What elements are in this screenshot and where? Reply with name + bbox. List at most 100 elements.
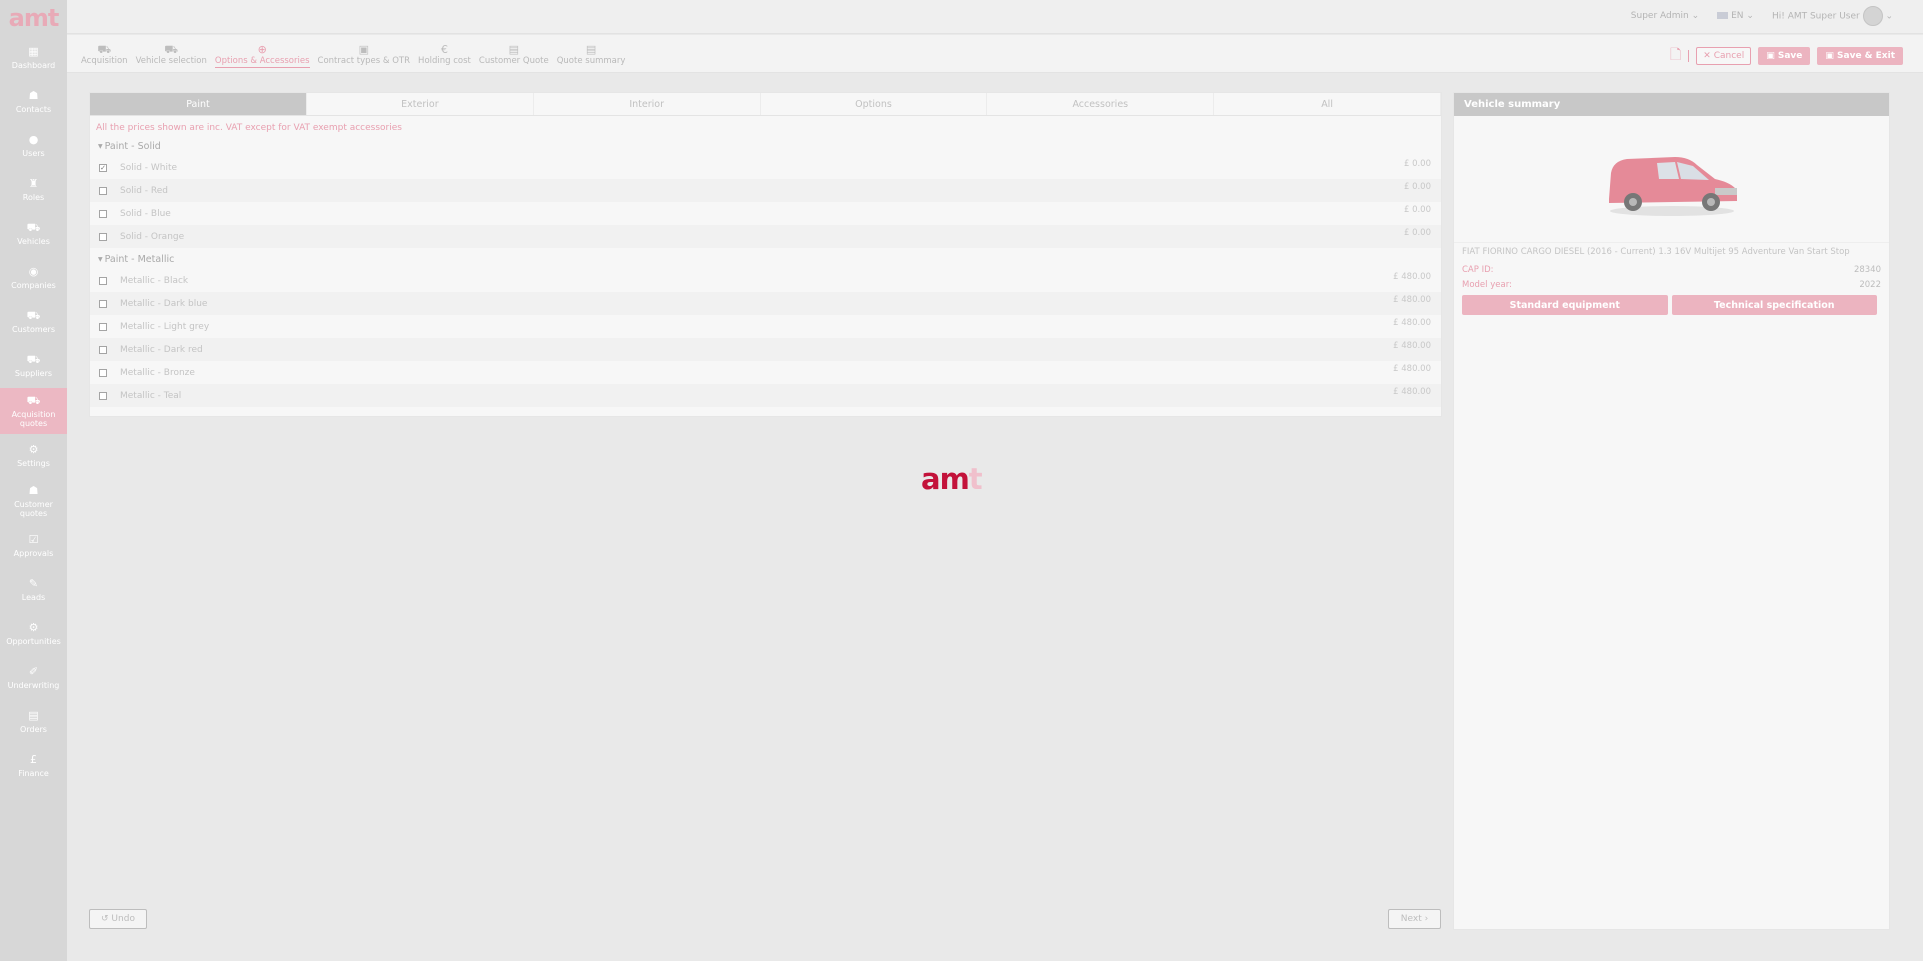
step-options-accessories[interactable]: ⊕ Options & Accessories — [214, 43, 310, 68]
option-checkbox[interactable] — [99, 345, 107, 354]
step-label: Quote summary — [556, 56, 626, 66]
dashboard-icon: ▦ — [28, 45, 39, 58]
option-checkbox[interactable] — [99, 299, 107, 308]
option-checkbox[interactable] — [99, 232, 107, 241]
sidebar-item-customers[interactable]: ⛟ Customers — [0, 300, 67, 344]
group-title-paint-metallic[interactable]: ▼ Paint - Metallic — [98, 254, 1441, 265]
sidebar-item-label: Approvals — [13, 549, 54, 558]
option-row[interactable]: Metallic - Dark blue £ 480.00 — [90, 292, 1441, 315]
sidebar-item-orders[interactable]: ▤ Orders — [0, 700, 67, 744]
cap-id-label: CAP ID: — [1462, 265, 1494, 275]
sidebar-item-opportunities[interactable]: ⚙ Opportunities — [0, 612, 67, 656]
sidebar-item-suppliers[interactable]: ⛟ Suppliers — [0, 344, 67, 388]
role-selector[interactable]: Super Admin ⌄ — [1631, 11, 1699, 21]
language-selector[interactable]: EN ⌄ — [1717, 11, 1754, 21]
technical-specification-button[interactable]: Technical specification — [1671, 295, 1877, 315]
tab-accessories[interactable]: Accessories — [987, 93, 1215, 115]
user-menu[interactable]: Hi! AMT Super User ⌄ — [1772, 6, 1893, 26]
option-label: Metallic - Teal — [120, 390, 182, 401]
tab-all[interactable]: All — [1214, 93, 1441, 115]
option-label: Metallic - Dark red — [120, 344, 203, 355]
step-quote-summary[interactable]: ▤ Quote summary — [557, 43, 626, 68]
sidebar-item-companies[interactable]: ◉ Companies — [0, 256, 67, 300]
holding-cost-icon: € — [440, 43, 448, 56]
opportunities-icon: ⚙ — [28, 621, 39, 634]
settings-icon: ⚙ — [28, 443, 39, 456]
option-row[interactable]: Metallic - Dark red £ 480.00 — [90, 338, 1441, 361]
sidebar-item-settings[interactable]: ⚙ Settings — [0, 434, 67, 478]
save-exit-button[interactable]: ▣ Save & Exit — [1817, 47, 1903, 65]
group-title-label: Paint - Metallic — [104, 254, 175, 265]
underwriting-icon: ✐ — [28, 665, 39, 678]
customer-quotes-icon: ☗ — [28, 483, 39, 497]
option-label: Metallic - Light grey — [120, 321, 210, 332]
option-price: £ 480.00 — [1393, 387, 1431, 397]
acquisition-quotes-icon: ⛟ — [26, 393, 41, 407]
standard-equipment-button[interactable]: Standard equipment — [1462, 295, 1668, 315]
options-accessories-icon: ⊕ — [257, 43, 267, 56]
tab-options[interactable]: Options — [760, 93, 988, 115]
tab-exterior[interactable]: Exterior — [307, 93, 534, 115]
option-checkbox[interactable] — [99, 391, 107, 400]
sidebar-item-vehicles[interactable]: ⛟ Vehicles — [0, 212, 67, 256]
option-price: £ 480.00 — [1393, 272, 1431, 282]
tab-interior[interactable]: Interior — [533, 93, 761, 115]
document-icon[interactable]: 🗋 — [1670, 44, 1681, 68]
option-checkbox[interactable]: ✓ — [99, 163, 107, 172]
sidebar-item-label: Settings — [17, 459, 50, 468]
sidebar-item-approvals[interactable]: ☑ Approvals — [0, 524, 67, 568]
quote-summary-icon: ▤ — [585, 43, 597, 56]
save-button[interactable]: ▣ Save — [1758, 47, 1811, 65]
option-row[interactable]: Metallic - Teal £ 480.00 — [90, 384, 1441, 407]
sidebar-item-dashboard[interactable]: ▦ Dashboard — [0, 36, 67, 80]
vehicle-summary-panel: Vehicle summary FIAT FIORINO CARGO DIESE… — [1453, 92, 1890, 930]
steps-bar: ⛟ Acquisition ⛟ Vehicle selection ⊕ Options &… — [67, 35, 1923, 73]
option-row[interactable]: Metallic - Light grey £ 480.00 — [90, 315, 1441, 338]
flag-icon — [1717, 12, 1729, 19]
vehicles-icon: ⛟ — [26, 221, 41, 234]
companies-icon: ◉ — [28, 265, 39, 278]
group-title-paint-solid[interactable]: ▼ Paint - Solid — [98, 141, 1441, 152]
option-list: Metallic - Black £ 480.00 Metallic - Dark … — [90, 269, 1441, 407]
customers-icon: ⛟ — [26, 309, 41, 322]
tab-paint[interactable]: Paint — [90, 93, 307, 115]
leads-icon: ✎ — [28, 577, 39, 590]
model-year-row: Model year: 2022 — [1454, 280, 1889, 290]
option-row[interactable]: Solid - Blue £ 0.00 — [90, 202, 1441, 225]
sidebar-item-underwriting[interactable]: ✐ Underwriting — [0, 656, 67, 700]
option-label: Solid - Orange — [120, 231, 185, 242]
next-button[interactable]: Next › — [1388, 909, 1441, 929]
sidebar-item-roles[interactable]: ♜ Roles — [0, 168, 67, 212]
option-row[interactable]: Solid - Red £ 0.00 — [90, 179, 1441, 202]
sidebar-item-finance[interactable]: £ Finance — [0, 744, 67, 788]
sidebar-item-leads[interactable]: ✎ Leads — [0, 568, 67, 612]
sidebar-item-contacts[interactable]: ☗ Contacts — [0, 80, 67, 124]
vehicle-selection-icon: ⛟ — [164, 43, 179, 56]
option-checkbox[interactable] — [99, 322, 107, 331]
option-label: Metallic - Bronze — [120, 367, 195, 378]
divider — [1688, 50, 1690, 62]
vehicle-image — [1454, 116, 1889, 242]
option-checkbox[interactable] — [99, 368, 107, 377]
step-contract-types-otr[interactable]: ▣ Contract types & OTR — [318, 43, 411, 68]
option-checkbox[interactable] — [99, 186, 107, 195]
option-checkbox[interactable] — [99, 209, 107, 218]
sidebar-item-users[interactable]: ● Users — [0, 124, 67, 168]
option-row[interactable]: Metallic - Black £ 480.00 — [90, 269, 1441, 292]
sidebar-item-acquisition-quotes[interactable]: ⛟ Acquisition quotes — [0, 388, 67, 434]
option-row[interactable]: Solid - Orange £ 0.00 — [90, 225, 1441, 248]
option-checkbox[interactable] — [99, 276, 107, 285]
step-vehicle-selection[interactable]: ⛟ Vehicle selection — [136, 43, 207, 68]
cancel-button[interactable]: ✕ Cancel — [1696, 47, 1752, 65]
step-customer-quote[interactable]: ▤ Customer Quote — [479, 43, 549, 68]
option-row[interactable]: ✓ Solid - White £ 0.00 — [90, 156, 1441, 179]
step-holding-cost[interactable]: € Holding cost — [418, 43, 471, 68]
sidebar-item-customer-quotes[interactable]: ☗ Customer quotes — [0, 478, 67, 524]
undo-button[interactable]: ↺ Undo — [89, 909, 147, 929]
option-row[interactable]: Metallic - Bronze £ 480.00 — [90, 361, 1441, 384]
option-label: Metallic - Black — [120, 275, 189, 286]
step-acquisition[interactable]: ⛟ Acquisition — [81, 43, 128, 68]
app-logo[interactable]: amt — [0, 0, 67, 36]
sidebar: amt ▦ Dashboard ☗ Contacts ● Users ♜ Roles ⛟ Vehi… — [0, 0, 67, 961]
caret-down-icon: ▼ — [98, 143, 103, 150]
